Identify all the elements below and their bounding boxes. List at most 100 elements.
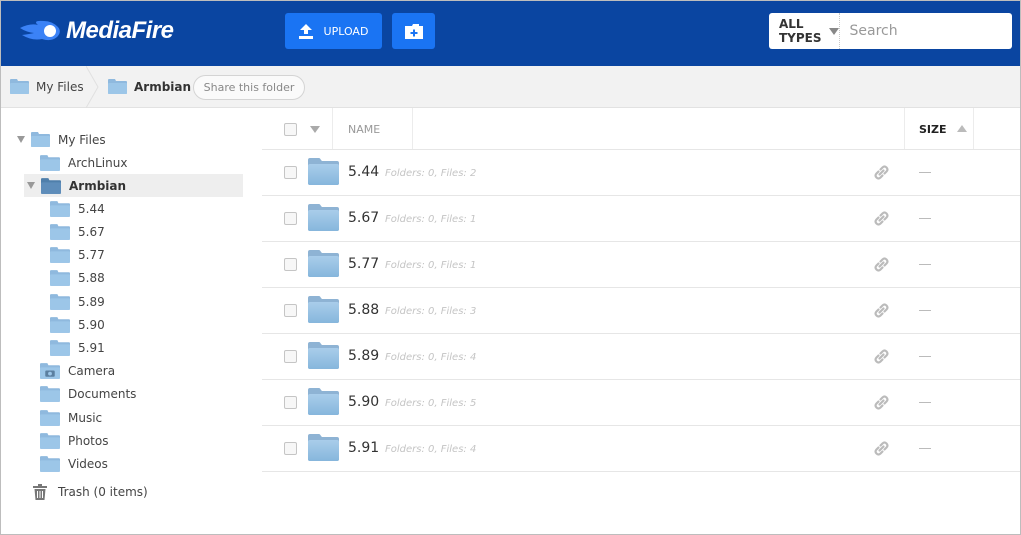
tree-node-camera[interactable]: Camera (40, 359, 115, 382)
folder-icon (50, 200, 70, 217)
folder-name[interactable]: 5.67 (348, 210, 379, 226)
tree-label: Camera (68, 363, 116, 378)
file-list: NAME SIZE 5.44 Folders: 0, Files: 2 5.67… (262, 108, 1021, 472)
share-link-icon[interactable] (874, 303, 889, 318)
breadcrumb-my-files[interactable]: My Files (10, 66, 84, 107)
share-folder-button[interactable]: Share this folder (193, 75, 305, 100)
column-divider (904, 108, 905, 149)
tree-label: 5.88 (78, 270, 105, 285)
trash-icon (33, 483, 47, 500)
search-input[interactable] (839, 13, 1021, 49)
share-link-icon[interactable] (874, 349, 889, 364)
folder-row[interactable]: 5.89 Folders: 0, Files: 4 (262, 334, 1021, 380)
upload-button[interactable]: UPLOAD (285, 13, 382, 49)
folder-icon (40, 455, 60, 472)
file-type-dropdown[interactable]: ALL TYPES (769, 13, 840, 49)
folder-name[interactable]: 5.88 (348, 302, 379, 318)
trash-label: Trash (0 items) (58, 484, 148, 499)
row-checkbox[interactable] (284, 166, 297, 179)
tree-label: 5.90 (78, 317, 105, 332)
tree-node-trash[interactable]: Trash (0 items) (33, 480, 148, 503)
select-all-checkbox[interactable] (284, 123, 297, 136)
folder-icon (308, 204, 339, 231)
tree-node-armbian[interactable]: Armbian (27, 174, 126, 197)
caret-down-icon[interactable] (27, 182, 35, 189)
logo-text: MediaFire (66, 17, 174, 44)
tree-label: 5.44 (78, 201, 105, 216)
tree-node-documents[interactable]: Documents (40, 382, 136, 405)
size-empty-dash (919, 356, 931, 357)
breadcrumb-label: My Files (36, 79, 84, 94)
row-checkbox[interactable] (284, 350, 297, 363)
folder-meta: Folders: 0, Files: 3 (385, 306, 477, 317)
folder-name[interactable]: 5.89 (348, 348, 379, 364)
list-header: NAME SIZE (262, 108, 1021, 150)
tree-node-child[interactable]: 5.88 (50, 266, 105, 289)
sort-ascending-icon (957, 125, 967, 132)
folder-name[interactable]: 5.44 (348, 164, 379, 180)
tree-node-child[interactable]: 5.91 (50, 336, 105, 359)
tree-node-photos[interactable]: Photos (40, 429, 108, 452)
row-checkbox[interactable] (284, 258, 297, 271)
row-checkbox[interactable] (284, 304, 297, 317)
mediafire-logo[interactable]: MediaFire (18, 17, 174, 45)
folder-meta: Folders: 0, Files: 1 (385, 260, 477, 271)
size-empty-dash (919, 218, 931, 219)
folder-row[interactable]: 5.67 Folders: 0, Files: 1 (262, 196, 1021, 242)
folder-meta: Folders: 0, Files: 4 (385, 444, 477, 455)
folder-icon (308, 342, 339, 369)
new-folder-button[interactable] (392, 13, 435, 49)
folder-row[interactable]: 5.91 Folders: 0, Files: 4 (262, 426, 1021, 472)
row-checkbox[interactable] (284, 396, 297, 409)
folder-row[interactable]: 5.90 Folders: 0, Files: 5 (262, 380, 1021, 426)
tree-label: 5.89 (78, 294, 105, 309)
breadcrumb-label: Armbian (134, 79, 192, 94)
folder-icon (308, 434, 339, 461)
caret-down-icon[interactable] (17, 136, 25, 143)
folder-row[interactable]: 5.77 Folders: 0, Files: 1 (262, 242, 1021, 288)
folder-icon (10, 79, 29, 94)
folder-row[interactable]: 5.44 Folders: 0, Files: 2 (262, 150, 1021, 196)
column-header-name[interactable]: NAME (348, 123, 380, 136)
folder-meta: Folders: 0, Files: 4 (385, 352, 477, 363)
share-link-icon[interactable] (874, 441, 889, 456)
tree-label: Videos (68, 456, 108, 471)
top-header: MediaFire UPLOAD ALL TYPES (0, 0, 1021, 66)
column-header-size[interactable]: SIZE (919, 123, 947, 136)
select-menu-dropdown-icon[interactable] (310, 126, 320, 133)
folder-icon (308, 388, 339, 415)
folder-plus-icon (404, 23, 423, 39)
folder-meta: Folders: 0, Files: 2 (385, 168, 477, 179)
tree-node-videos[interactable]: Videos (40, 452, 108, 475)
row-checkbox[interactable] (284, 212, 297, 225)
size-empty-dash (919, 172, 931, 173)
folder-name[interactable]: 5.91 (348, 440, 379, 456)
tree-node-child[interactable]: 5.90 (50, 313, 105, 336)
row-checkbox[interactable] (284, 442, 297, 455)
tree-node-child[interactable]: 5.89 (50, 290, 105, 313)
size-empty-dash (919, 448, 931, 449)
folder-icon (308, 296, 339, 323)
share-link-icon[interactable] (874, 165, 889, 180)
folder-open-icon (41, 177, 61, 194)
folder-row[interactable]: 5.88 Folders: 0, Files: 3 (262, 288, 1021, 334)
share-link-icon[interactable] (874, 257, 889, 272)
tree-node-music[interactable]: Music (40, 406, 102, 429)
tree-node-archlinux[interactable]: ArchLinux (40, 151, 127, 174)
tree-node-child[interactable]: 5.67 (50, 220, 105, 243)
share-link-icon[interactable] (874, 395, 889, 410)
breadcrumb: My Files Armbian (0, 66, 1021, 108)
tree-node-child[interactable]: 5.44 (50, 197, 105, 220)
folder-name[interactable]: 5.77 (348, 256, 379, 272)
folder-icon (308, 250, 339, 277)
tree-label: Photos (68, 433, 109, 448)
folder-icon (308, 158, 339, 185)
tree-node-my-files[interactable]: My Files (17, 128, 106, 151)
breadcrumb-armbian[interactable]: Armbian (108, 66, 191, 107)
share-link-icon[interactable] (874, 211, 889, 226)
folder-icon (108, 79, 127, 94)
folder-name[interactable]: 5.90 (348, 394, 379, 410)
column-divider (412, 108, 413, 149)
tree-node-child[interactable]: 5.77 (50, 243, 105, 266)
flame-logo-icon (20, 20, 60, 41)
